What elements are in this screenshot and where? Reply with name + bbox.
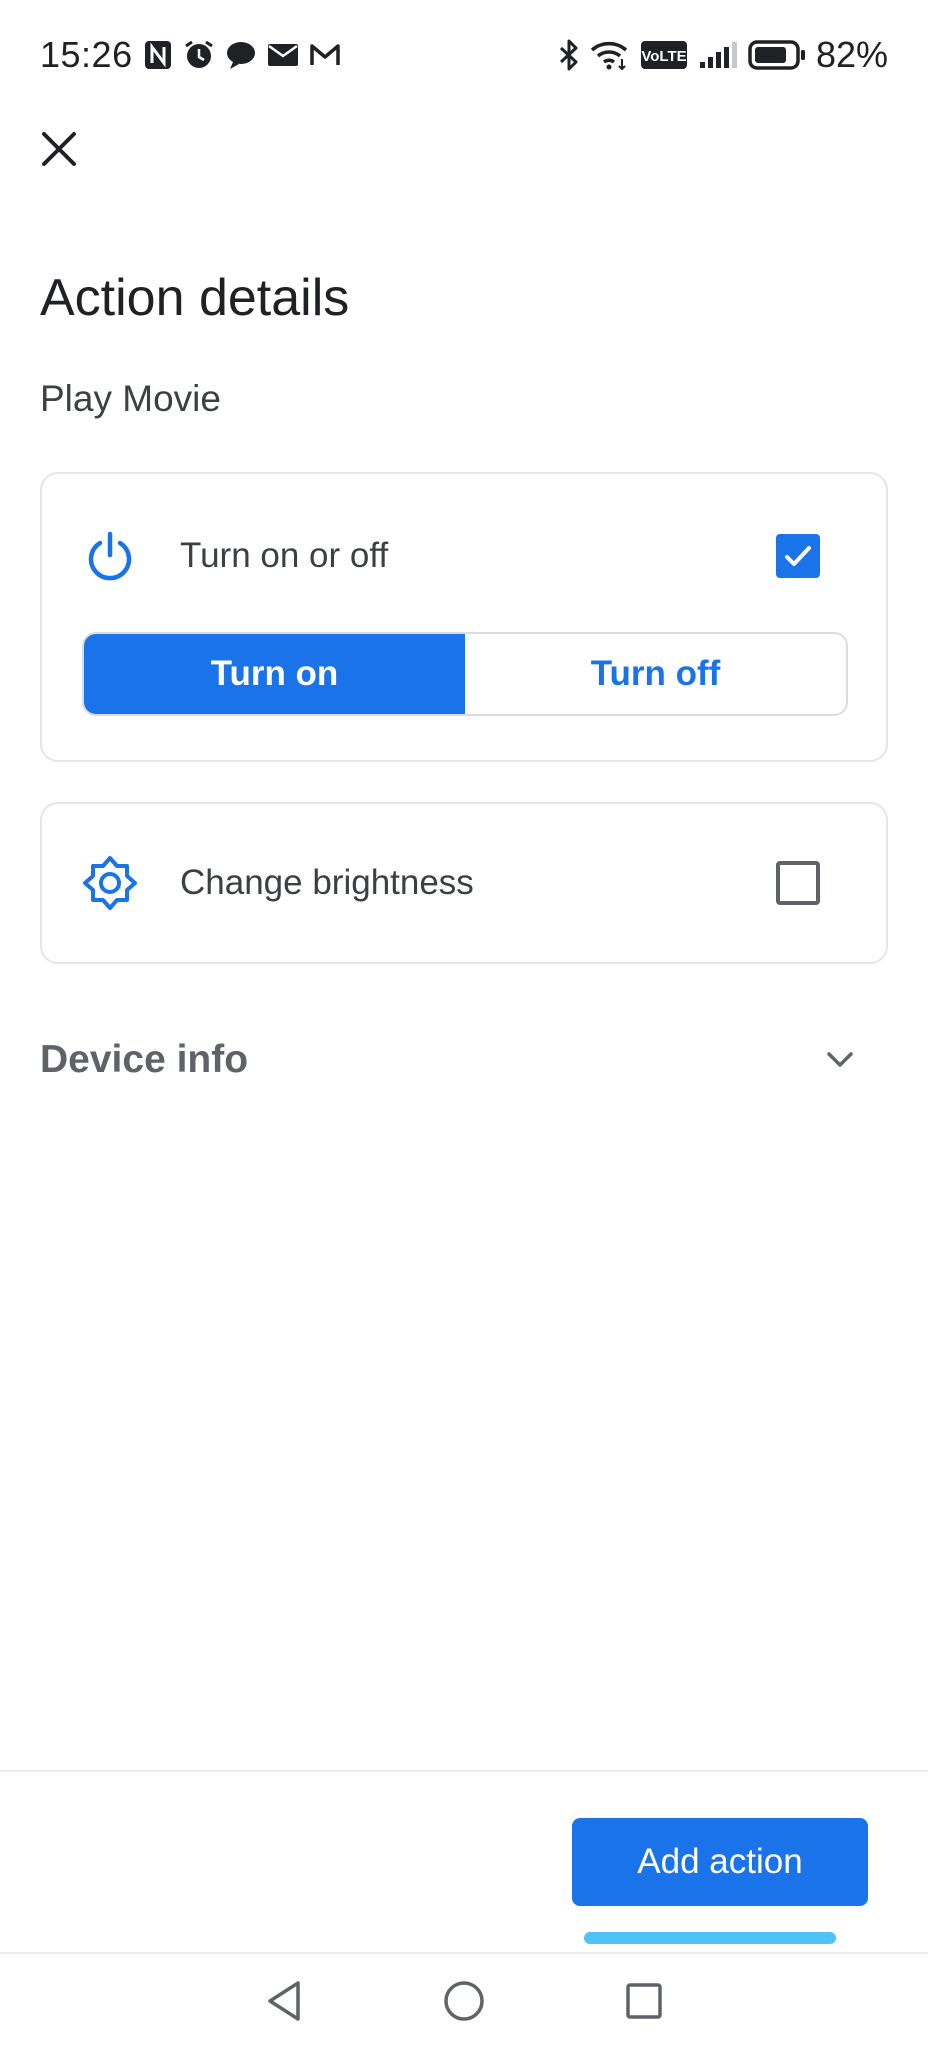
brightness-action-card: Change brightness — [40, 802, 888, 964]
back-triangle-icon — [268, 1981, 300, 2021]
page-subtitle: Play Movie — [40, 378, 221, 419]
power-icon — [82, 528, 138, 584]
power-toggle-group: Turn on Turn off — [82, 632, 848, 716]
nfc-icon — [143, 39, 173, 71]
volte-icon: VoLTE — [640, 40, 688, 70]
footer-divider — [0, 1770, 928, 1772]
turn-on-button[interactable]: Turn on — [84, 634, 465, 714]
home-button[interactable] — [434, 1971, 494, 2031]
close-button[interactable] — [30, 120, 88, 178]
power-action-row[interactable]: Turn on or off — [42, 506, 886, 606]
power-action-card: Turn on or off Turn on Turn off — [40, 472, 888, 762]
gmail-icon — [309, 42, 341, 68]
check-icon — [785, 546, 811, 566]
status-left: 15:26 — [40, 34, 341, 76]
home-circle-icon — [444, 1981, 484, 2021]
brightness-action-label: Change brightness — [180, 863, 474, 902]
brightness-action-row[interactable]: Change brightness — [42, 833, 886, 933]
device-info-row[interactable]: Device info — [40, 1020, 888, 1100]
power-action-label: Turn on or off — [180, 536, 389, 575]
bluetooth-icon — [558, 38, 580, 72]
signal-icon — [698, 40, 738, 70]
brightness-icon — [82, 855, 138, 911]
page-title: Action details — [40, 269, 350, 327]
device-info-label: Device info — [40, 1038, 249, 1081]
alarm-icon — [183, 39, 215, 71]
volte-label: VoLTE — [641, 48, 686, 65]
back-button[interactable] — [254, 1971, 314, 2031]
brightness-action-checkbox[interactable] — [776, 861, 820, 905]
status-right: VoLTE 82% — [558, 34, 888, 76]
system-navigation-bar — [0, 1954, 928, 2048]
chevron-down-icon — [820, 1040, 860, 1080]
wifi-icon — [590, 39, 630, 71]
recents-button[interactable] — [614, 1971, 674, 2031]
battery-icon — [748, 39, 806, 71]
battery-percent: 82% — [815, 34, 888, 75]
mail-icon — [267, 42, 299, 68]
power-action-checkbox[interactable] — [776, 534, 820, 578]
gesture-bar[interactable] — [584, 1932, 836, 1944]
battery-fill — [754, 47, 786, 63]
action-details-screen: 15:26 VoLTE 82% Action details Play Movi… — [0, 0, 928, 2048]
status-bar: 15:26 VoLTE 82% — [0, 0, 928, 110]
turn-off-button[interactable]: Turn off — [465, 634, 846, 714]
close-icon — [42, 132, 76, 166]
status-time: 15:26 — [40, 34, 133, 75]
add-action-button[interactable]: Add action — [572, 1818, 868, 1906]
recents-square-icon — [626, 1983, 662, 2019]
chat-icon — [225, 40, 257, 70]
